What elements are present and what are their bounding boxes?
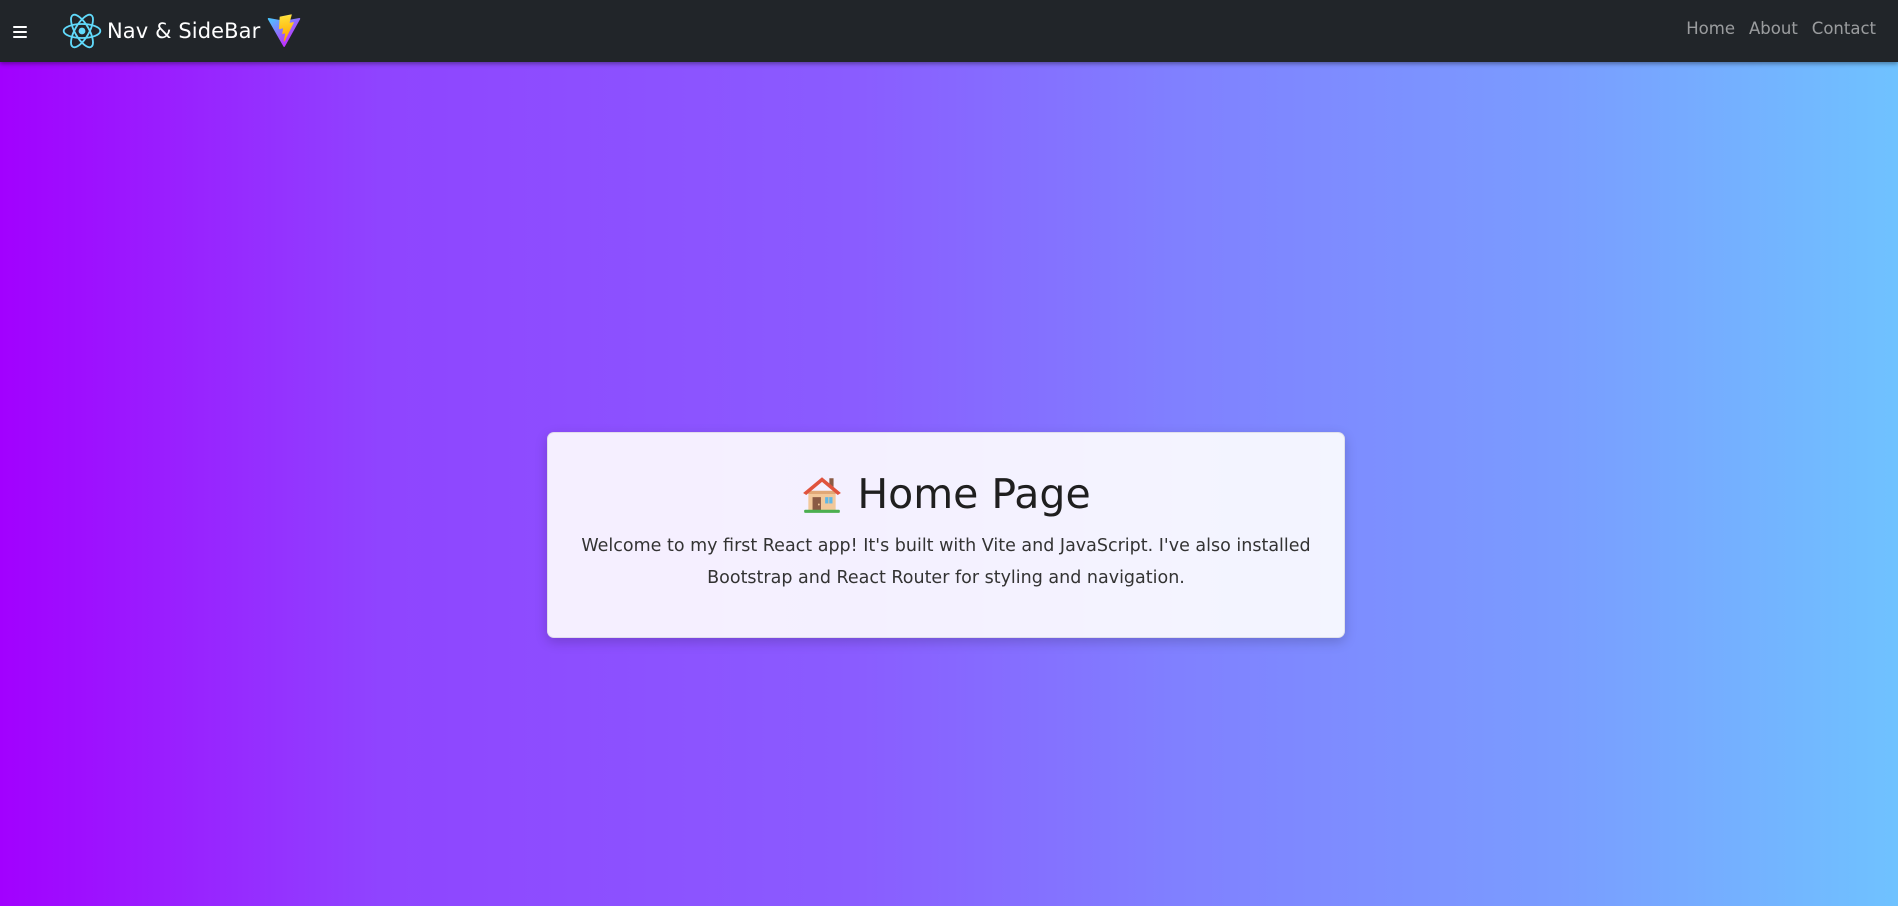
- house-icon: [803, 477, 842, 513]
- page-title-row: Home Page: [548, 467, 1344, 521]
- brand-title: Nav & SideBar: [107, 19, 261, 43]
- top-navbar: Nav & SideBar Home About Contact: [0, 0, 1898, 62]
- react-logo-icon: [62, 13, 102, 49]
- brand-link[interactable]: Nav & SideBar: [62, 11, 301, 51]
- vite-logo-icon: [268, 14, 301, 47]
- home-card: Home Page Welcome to my first React app!…: [547, 432, 1345, 638]
- page-title: Home Page: [857, 470, 1091, 518]
- page-background: Nav & SideBar Home About Contact Home Pa…: [0, 0, 1898, 906]
- nav-link-home[interactable]: Home: [1686, 19, 1735, 38]
- hamburger-menu-icon[interactable]: [12, 20, 30, 42]
- nav-links: Home About Contact: [1686, 19, 1876, 38]
- welcome-description: Welcome to my first React app! It's buil…: [581, 536, 1311, 588]
- nav-link-contact[interactable]: Contact: [1812, 19, 1876, 38]
- nav-link-about[interactable]: About: [1749, 19, 1798, 38]
